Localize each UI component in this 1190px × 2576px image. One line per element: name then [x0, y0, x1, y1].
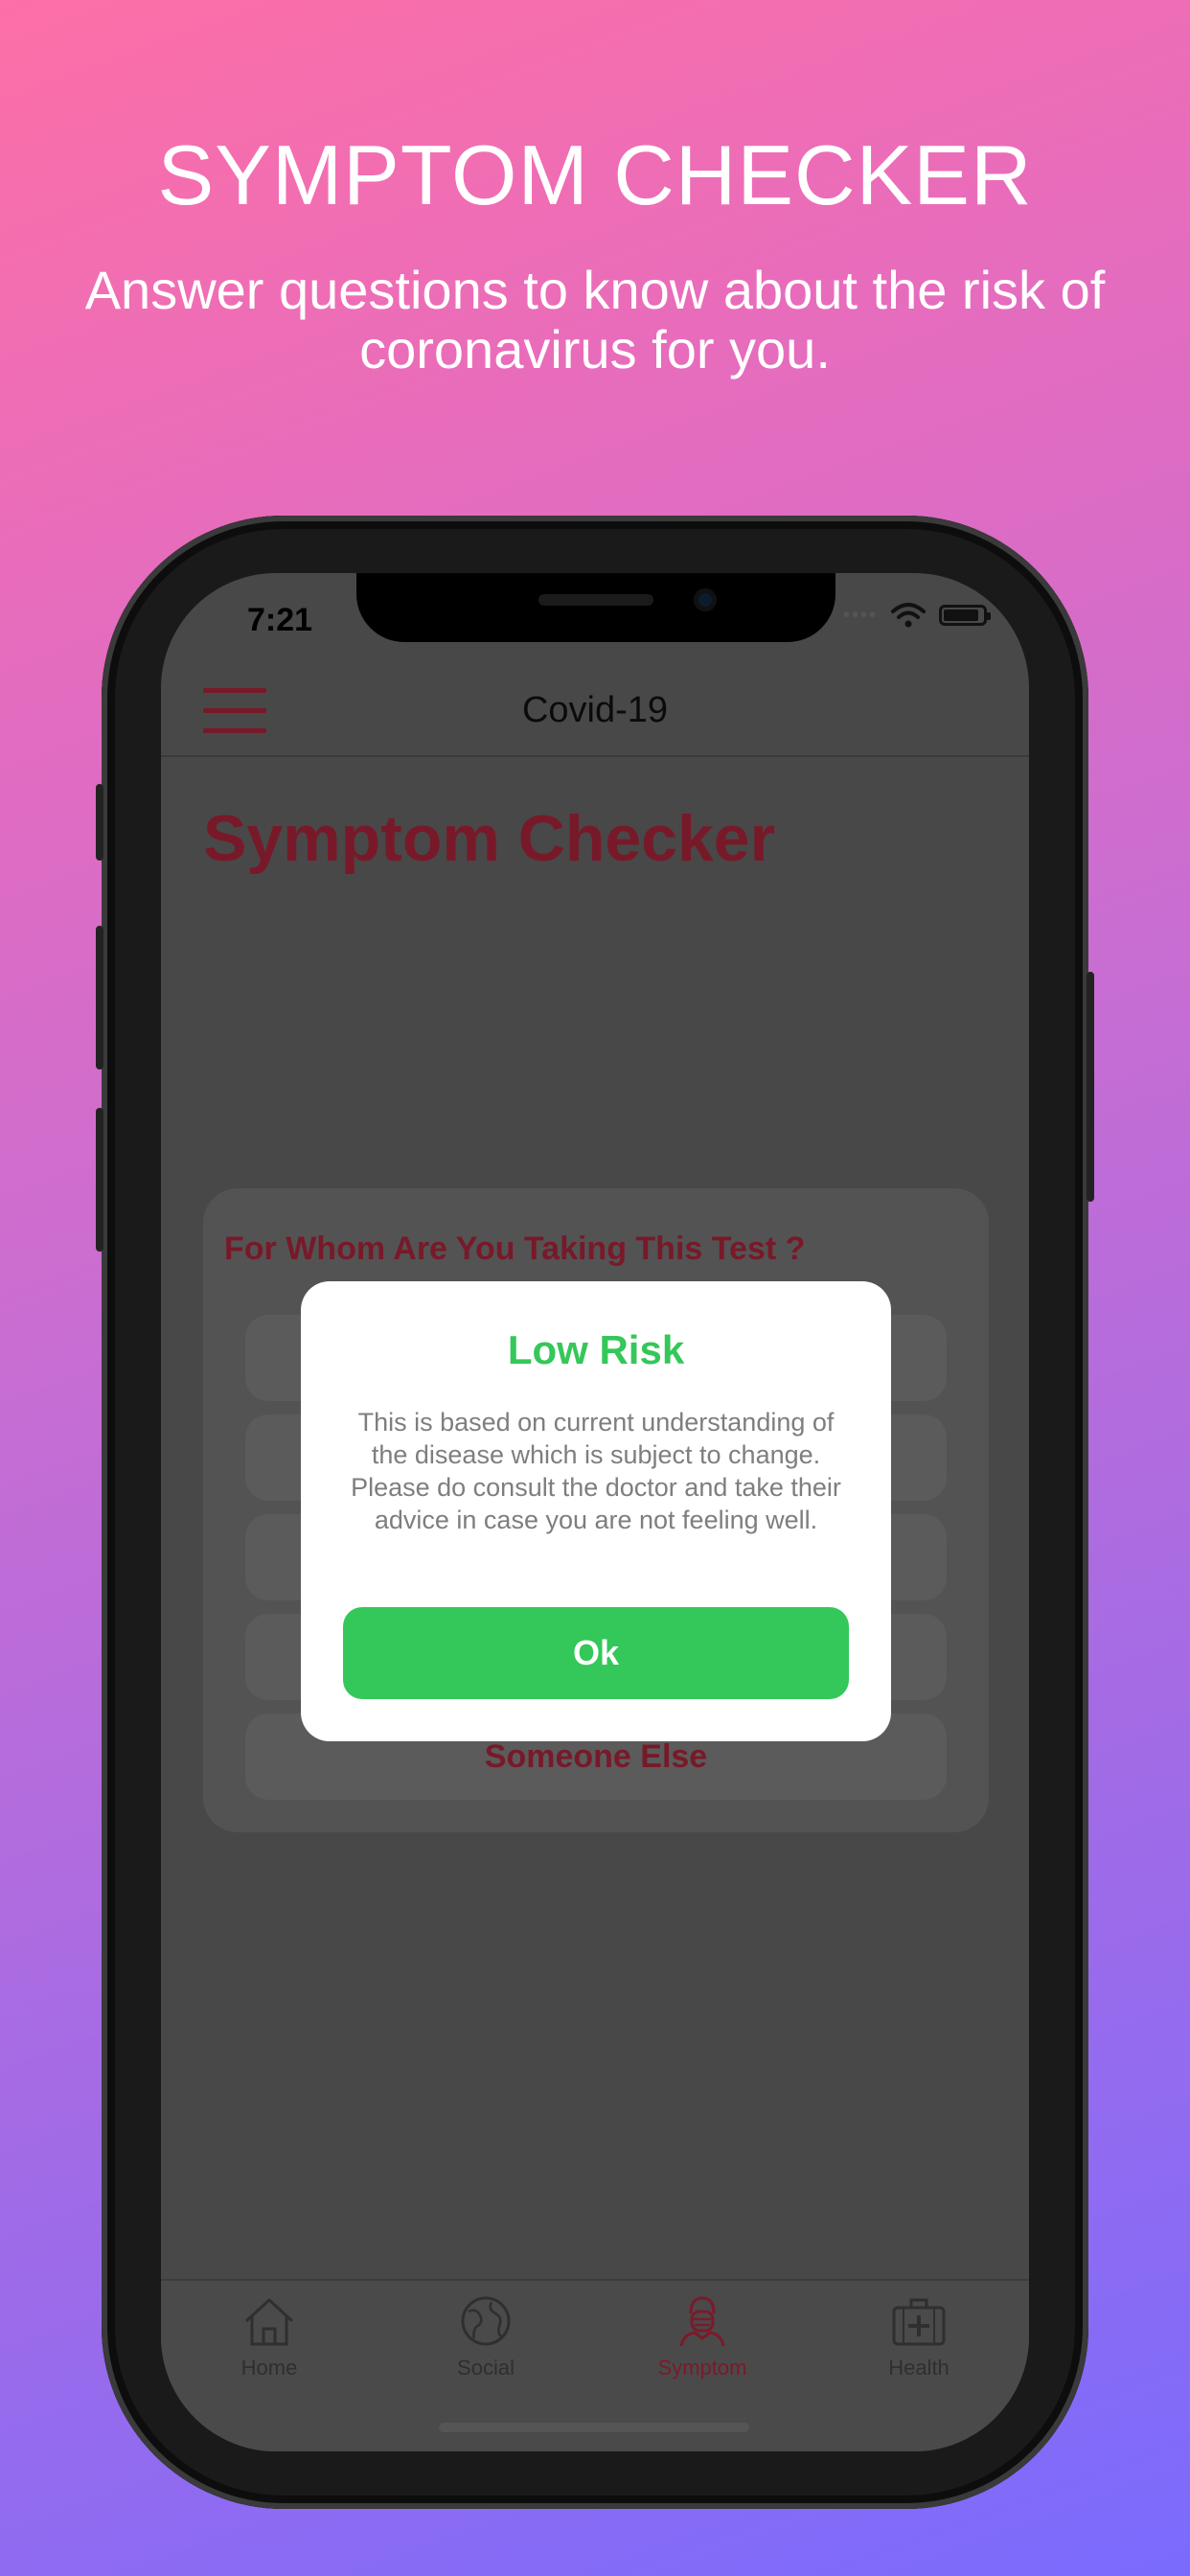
volume-down-button — [96, 1108, 103, 1252]
risk-result-dialog: Low Risk This is based on current unders… — [301, 1281, 891, 1741]
globe-icon — [461, 2296, 511, 2346]
masked-person-icon — [679, 2296, 725, 2347]
tab-label: Health — [888, 2356, 950, 2380]
silent-switch — [96, 784, 103, 861]
battery-icon — [939, 605, 991, 626]
tab-label: Symptom — [657, 2356, 747, 2380]
status-icons: •••• — [842, 602, 991, 629]
home-indicator — [439, 2423, 749, 2432]
promo-subline: Answer questions to know about the risk … — [84, 260, 1106, 380]
signal-dots-icon: •••• — [842, 604, 878, 626]
tab-label: Social — [457, 2356, 515, 2380]
front-camera — [694, 588, 717, 611]
first-aid-kit-icon — [892, 2298, 946, 2346]
promo-headline: SYMPTOM CHECKER — [157, 127, 1033, 222]
home-icon — [244, 2298, 294, 2346]
volume-up-button — [96, 926, 103, 1070]
tab-symptom[interactable]: Symptom — [594, 2294, 811, 2380]
tab-social[interactable]: Social — [378, 2294, 594, 2380]
tab-label: Home — [240, 2356, 298, 2380]
dialog-body: This is based on current understanding o… — [351, 1408, 841, 1534]
wifi-icon — [891, 603, 926, 628]
speaker-grille — [538, 594, 653, 606]
tab-health[interactable]: Health — [811, 2294, 1027, 2380]
dialog-title: Low Risk — [507, 1327, 685, 1372]
power-button — [1087, 972, 1094, 1202]
phone-screen: 7:21 •••• Covid-19 Symptom Checker For W… — [161, 573, 1029, 2451]
tab-home[interactable]: Home — [161, 2294, 378, 2380]
ok-button[interactable]: Ok — [343, 1607, 849, 1699]
status-time: 7:21 — [247, 602, 313, 638]
notch — [356, 573, 835, 642]
